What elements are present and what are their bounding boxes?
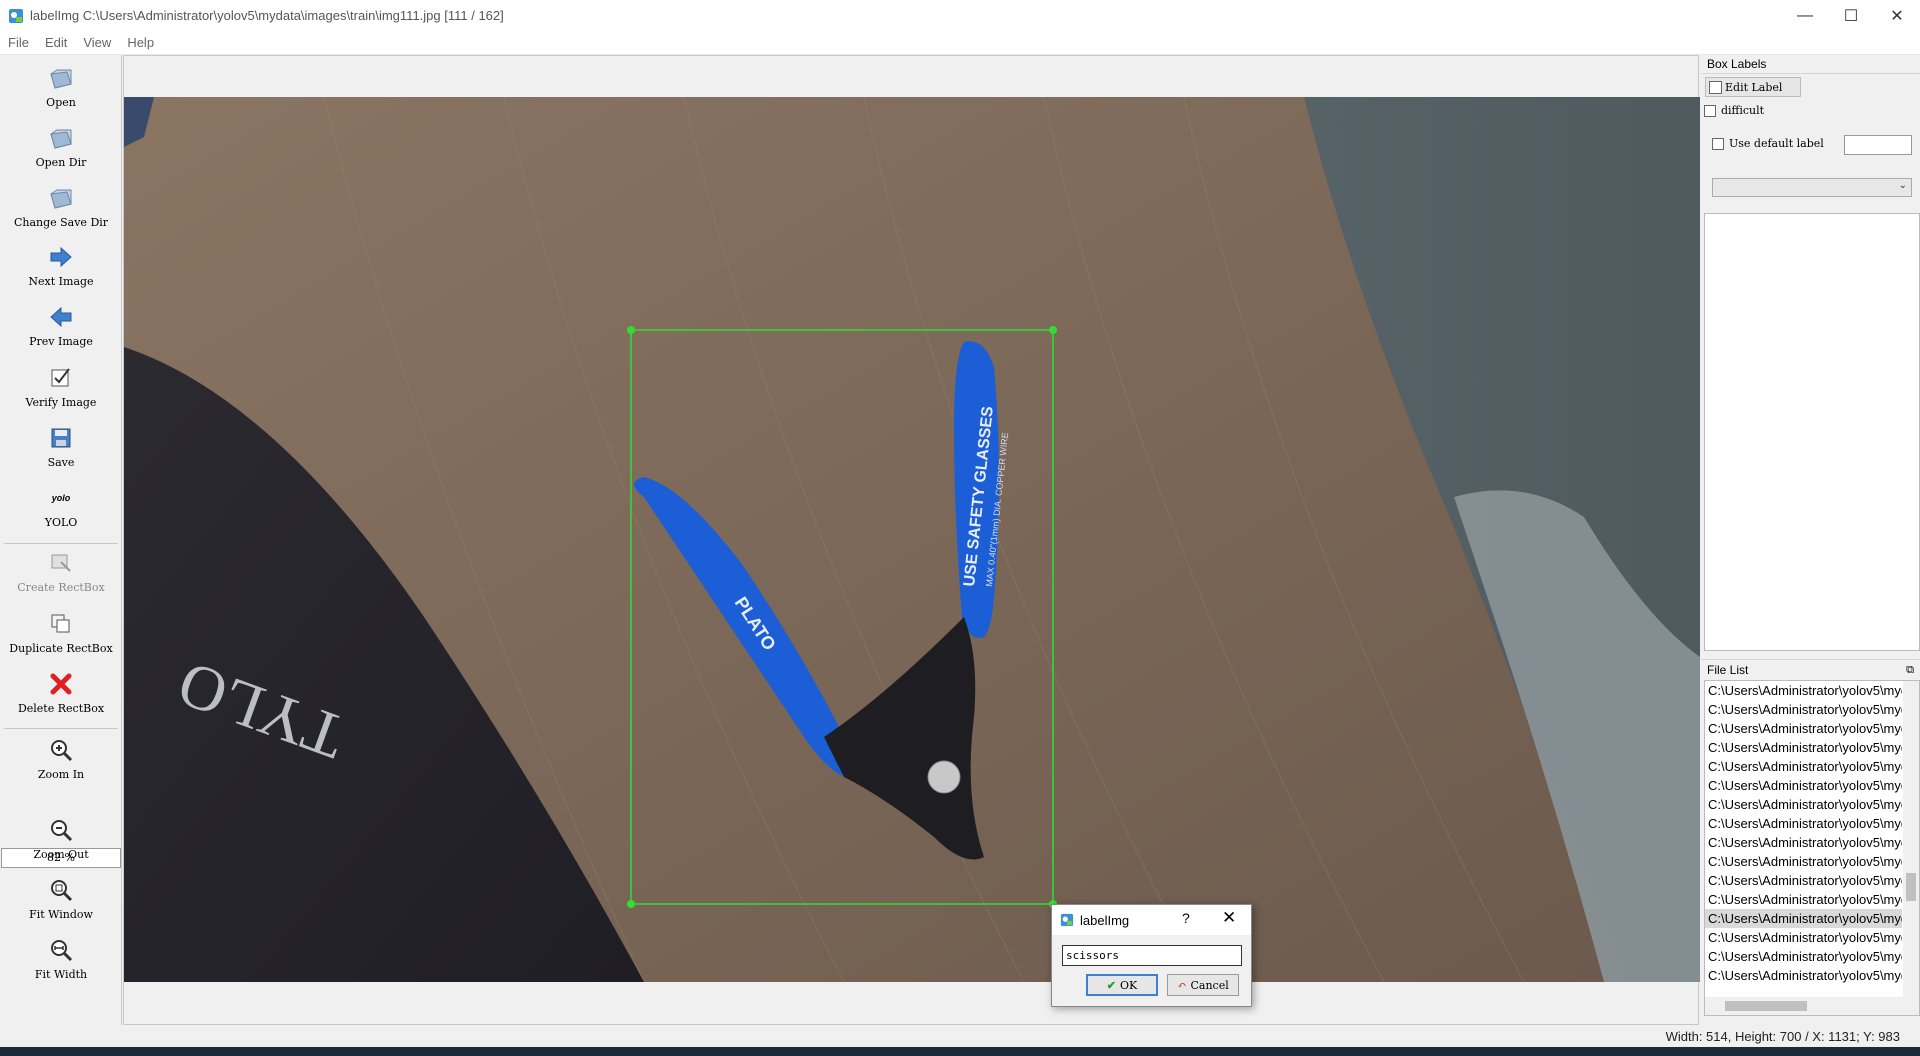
edit-label-button[interactable]: Edit Label [1705,77,1801,97]
create-rectbox-button[interactable]: Create RectBox [0,548,122,606]
menu-edit[interactable]: Edit [37,35,75,50]
file-list-item[interactable]: C:\Users\Administrator\yolov5\mydata [1705,928,1902,947]
difficult-checkbox[interactable]: difficult [1704,104,1764,117]
delete-rectbox-button[interactable]: Delete RectBox [0,669,122,727]
checkbox-check-icon [47,363,75,393]
box-labels-header: Box Labels [1701,55,1920,74]
file-list-item[interactable]: C:\Users\Administrator\yolov5\mydata [1705,719,1902,738]
vertical-scrollbar[interactable] [1903,681,1919,999]
arrow-right-icon [47,242,75,272]
zoom-in-button[interactable]: Zoom In [0,735,122,793]
open-button[interactable]: Open [0,63,122,121]
app-icon [9,8,23,23]
taskbar [0,1047,1920,1056]
status-text: Width: 514, Height: 700 / X: 1131; Y: 98… [1665,1029,1900,1044]
undock-icon[interactable]: ⧉ [1906,660,1914,680]
file-list-item[interactable]: C:\Users\Administrator\yolov5\mydata [1705,700,1902,719]
file-list-item[interactable]: C:\Users\Administrator\yolov5\mydata [1705,871,1902,890]
verify-image-button[interactable]: Verify Image [0,363,122,421]
folder-open-icon [47,183,75,213]
fit-window-icon [47,875,75,905]
file-list-item[interactable]: C:\Users\Administrator\yolov5\mydata [1705,833,1902,852]
label-dialog: labelImg ? ✕ scissors ✔ OK ↶ Cancel [1051,904,1252,1007]
duplicate-icon [47,609,75,639]
folder-open-icon [47,123,75,153]
file-list-item[interactable]: C:\Users\Administrator\yolov5\mydata [1705,738,1902,757]
yolo-format-icon: yolo [51,493,71,503]
scrollbar-thumb[interactable] [1906,873,1916,901]
label-list[interactable] [1704,213,1920,651]
default-label-input[interactable] [1844,135,1912,155]
window-title: labelImg C:\Users\Administrator\yolov5\m… [30,8,504,23]
save-button[interactable]: Save [0,423,122,481]
checkbox-icon [1704,104,1716,117]
help-button[interactable]: ? [1182,910,1190,926]
file-list-item[interactable]: C:\Users\Administrator\yolov5\mydata [1705,966,1902,985]
folder-open-icon [47,63,75,93]
bbox-handle [627,326,635,334]
red-x-delete-icon [47,669,75,699]
zoom-in-icon [47,735,75,765]
close-button[interactable]: ✕ [1874,0,1920,31]
chevron-down-icon: ⌄ [1898,180,1907,191]
toolbar-separator [4,728,118,729]
menu-bar: File Edit View Help [0,31,1920,55]
cancel-button[interactable]: ↶ Cancel [1167,974,1239,996]
file-list-item[interactable]: C:\Users\Administrator\yolov5\mydata [1705,852,1902,871]
horizontal-scrollbar[interactable] [1705,997,1919,1015]
file-list-item[interactable]: C:\Users\Administrator\yolov5\mydata [1705,890,1902,909]
file-list-header: File List ⧉ [1701,659,1920,679]
file-list-item[interactable]: C:\Users\Administrator\yolov5\mydata [1705,947,1902,966]
format-yolo-button[interactable]: yolo YOLO [0,483,122,541]
open-dir-button[interactable]: Open Dir [0,123,122,181]
maximize-button[interactable]: ☐ [1828,0,1874,31]
edit-pencil-icon [1709,80,1722,94]
scrollbar-thumb[interactable] [1725,1001,1807,1011]
check-icon: ✔ [1106,978,1116,992]
label-input[interactable]: scissors [1062,945,1242,966]
checkbox-icon [1712,137,1724,150]
left-toolbar: Open Open Dir Change Save Dir Next Image… [0,55,122,1025]
file-list-item[interactable]: C:\Users\Administrator\yolov5\mydata [1705,681,1902,700]
menu-help[interactable]: Help [119,35,162,50]
image-canvas[interactable]: TYLO USE SAFETY GLASSES MAX 0.40"(1mm) D… [123,55,1700,1025]
minimize-button[interactable]: — [1782,0,1828,31]
bbox-handle [627,900,635,908]
file-list-item[interactable]: C:\Users\Administrator\yolov5\mydata [1705,909,1902,928]
fit-window-button[interactable]: Fit Window [0,875,122,933]
change-save-dir-button[interactable]: Change Save Dir [0,183,122,241]
file-list-item[interactable]: C:\Users\Administrator\yolov5\mydata [1705,776,1902,795]
use-default-label-checkbox[interactable]: Use default label [1712,137,1824,150]
zoom-out-button[interactable]: Zoom Out [0,815,122,873]
file-list[interactable]: C:\Users\Administrator\yolov5\mydataC:\U… [1704,680,1920,1016]
zoom-out-icon [47,815,75,845]
floppy-disk-icon [47,423,75,453]
dialog-close-button[interactable]: ✕ [1222,908,1236,928]
photo: TYLO USE SAFETY GLASSES MAX 0.40"(1mm) D… [124,97,1700,982]
toolbar-separator [4,543,118,544]
undo-arrow-icon: ↶ [1177,978,1187,992]
menu-view[interactable]: View [75,35,119,50]
app-icon [1060,913,1074,927]
ok-button[interactable]: ✔ OK [1086,974,1158,996]
file-list-item[interactable]: C:\Users\Administrator\yolov5\mydata [1705,795,1902,814]
bbox-handle [1049,326,1057,334]
create-rect-icon [47,548,75,578]
next-image-button[interactable]: Next Image [0,242,122,300]
dialog-title: labelImg [1080,912,1130,928]
file-list-item[interactable]: C:\Users\Administrator\yolov5\mydata [1705,757,1902,776]
file-list-item[interactable]: C:\Users\Administrator\yolov5\mydata [1705,814,1902,833]
status-bar: Width: 514, Height: 700 / X: 1131; Y: 98… [0,1025,1920,1047]
label-dropdown[interactable]: ⌄ [1712,178,1912,197]
duplicate-rectbox-button[interactable]: Duplicate RectBox [0,609,122,667]
title-bar: labelImg C:\Users\Administrator\yolov5\m… [0,0,1920,31]
arrow-left-icon [47,302,75,332]
dialog-titlebar: labelImg ? ✕ [1052,905,1251,935]
fit-width-button[interactable]: Fit Width [0,935,122,993]
right-panel: Box Labels Edit Label difficult Use defa… [1701,55,1920,1025]
menu-file[interactable]: File [0,35,37,50]
prev-image-button[interactable]: Prev Image [0,302,122,360]
fit-width-icon [47,935,75,965]
